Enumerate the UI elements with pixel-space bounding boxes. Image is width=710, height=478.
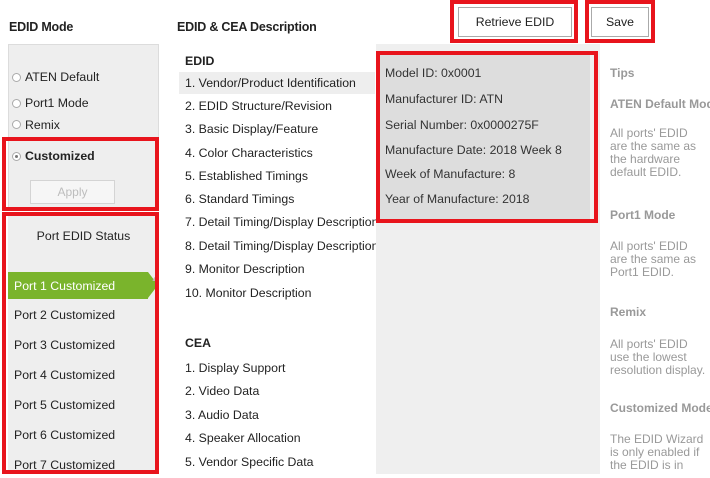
mode-option-remix[interactable]: Remix [12, 118, 60, 130]
edid-item[interactable]: 9. Monitor Description [185, 258, 305, 280]
edid-item[interactable]: 2. EDID Structure/Revision [185, 95, 332, 117]
edid-item[interactable]: 10. Monitor Description [185, 282, 311, 304]
highlight-retrieve-edid [450, 0, 578, 43]
mode-label: Port1 Mode [25, 96, 89, 110]
edid-cea-header: EDID & CEA Description [177, 20, 317, 34]
edid-item[interactable]: 3. Basic Display/Feature [185, 118, 318, 140]
edid-item[interactable]: 7. Detail Timing/Display Description 1 [185, 211, 389, 233]
mode-label: ATEN Default [25, 70, 100, 84]
tip-heading-customized: Customized Mode [610, 401, 710, 415]
cea-item[interactable]: 1. Display Support [185, 357, 285, 379]
tip-text-port1: All ports' EDID are the same as Port1 ED… [610, 239, 697, 279]
highlight-customized [2, 137, 159, 211]
edid-mode-header: EDID Mode [9, 20, 74, 34]
cea-item[interactable]: 4. Speaker Allocation [185, 427, 301, 449]
highlight-port-status [2, 212, 159, 474]
radio-icon[interactable] [12, 72, 21, 82]
cea-section-title: CEA [185, 336, 211, 350]
tip-heading-remix: Remix [610, 305, 647, 319]
edid-section-title: EDID [185, 54, 215, 68]
cea-item[interactable]: 5. Vendor Specific Data [185, 451, 314, 473]
tip-text-remix: All ports' EDID use the lowest resolutio… [610, 337, 706, 377]
highlight-info-panel [376, 51, 598, 223]
edid-item[interactable]: 1. Vendor/Product Identification [179, 72, 375, 94]
radio-icon[interactable] [12, 120, 21, 129]
tips-title: Tips [610, 66, 635, 80]
radio-icon[interactable] [12, 98, 21, 108]
cea-item[interactable]: 3. Audio Data [185, 404, 259, 426]
edid-item[interactable]: 5. Established Timings [185, 165, 308, 187]
mode-option-aten-default[interactable]: ATEN Default [12, 68, 99, 86]
tip-heading-port1: Port1 Mode [610, 208, 676, 222]
edid-item[interactable]: 6. Standard Timings [185, 188, 294, 210]
mode-option-port1[interactable]: Port1 Mode [12, 94, 89, 112]
tip-heading-aten: ATEN Default Mode [610, 97, 710, 111]
edid-item[interactable]: 8. Detail Timing/Display Description 2 [185, 235, 389, 257]
mode-label: Remix [25, 118, 60, 130]
cea-item[interactable]: 2. Video Data [185, 380, 259, 402]
highlight-save [585, 0, 655, 43]
tip-text-customized: The EDID Wizard is only enabled if the E… [610, 433, 704, 472]
edid-item[interactable]: 4. Color Characteristics [185, 142, 313, 164]
tip-text-aten: All ports' EDID are the same as the hard… [610, 126, 697, 179]
